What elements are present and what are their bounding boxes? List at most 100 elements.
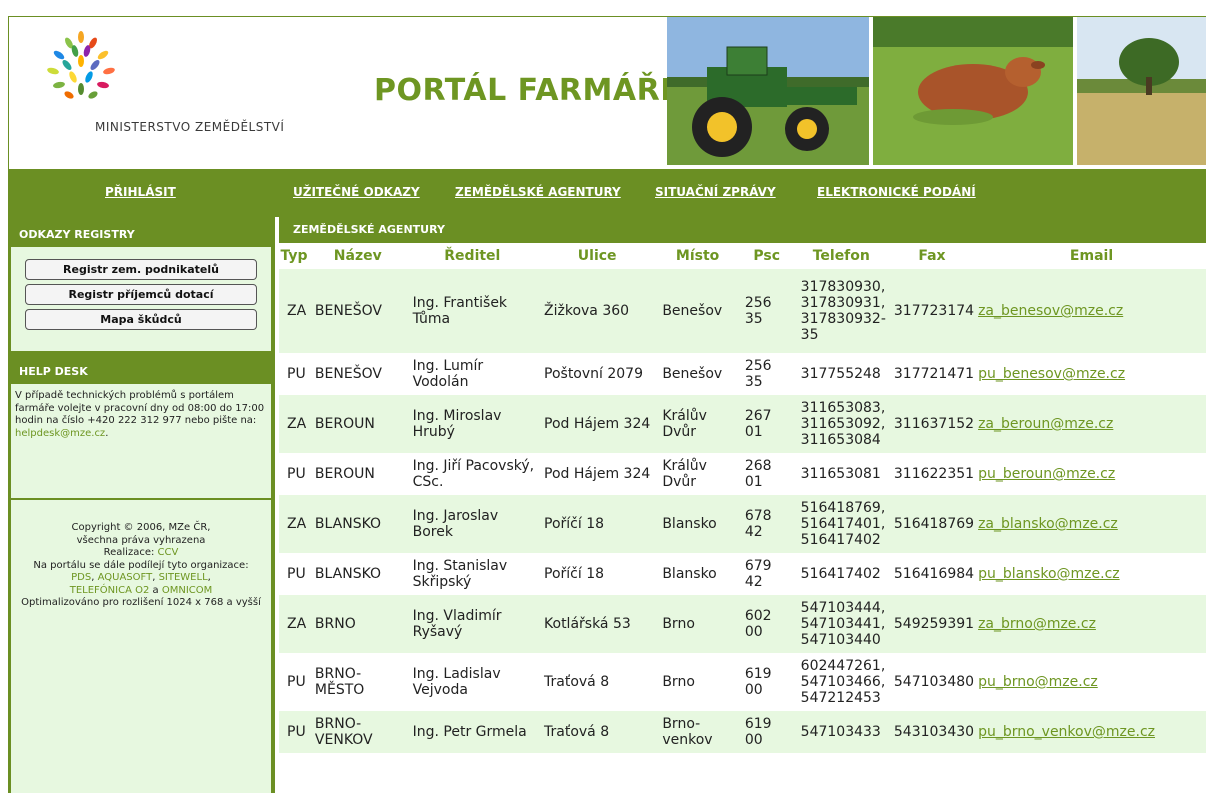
cell-typ: ZA	[279, 595, 309, 653]
table-row: PU BLANSKO Ing. Stanislav Skřipský Poříčí 1…	[279, 553, 1206, 595]
cell-fax: 317723174	[887, 269, 977, 353]
pds-link[interactable]: PDS	[71, 572, 91, 583]
partners-line-2: TELEFÓNICA O2 a OMNICOM	[69, 584, 213, 596]
cell-typ: ZA	[279, 495, 309, 553]
col-telefon: Telefon	[812, 248, 870, 264]
agencies-table-body: ZA BENEŠOV Ing. František Tůma Žižkova 360 B…	[279, 269, 1206, 753]
nav-agencies-link[interactable]: ZEMĚDĚLSKÉ AGENTURY	[455, 185, 621, 199]
col-fax: Fax	[918, 248, 946, 264]
cell-email[interactable]: za_benesov@mze.cz	[976, 269, 1206, 353]
cell-reditel: Ing. Ladislav Vejvoda	[412, 666, 501, 698]
nav-login-link[interactable]: PŘIHLÁSIT	[105, 185, 176, 199]
sitewell-link[interactable]: SITEWELL	[159, 572, 208, 583]
cell-reditel: Ing. Jaroslav Borek	[406, 495, 539, 553]
main-content: ZEMĚDĚLSKÉ AGENTURY Typ Název Ředitel Ul…	[279, 217, 1206, 793]
cell-email[interactable]: pu_beroun@mze.cz	[976, 453, 1206, 495]
cell-email[interactable]: pu_benesov@mze.cz	[976, 353, 1206, 395]
cell-email[interactable]: za_brno@mze.cz	[976, 595, 1206, 653]
cell-telefon: 547103433	[794, 711, 888, 753]
copyright-block: Copyright © 2006, MZe ČR, všechna práva …	[11, 500, 271, 620]
cell-fax: 317721471	[893, 366, 975, 382]
aquasoft-link[interactable]: AQUASOFT	[98, 572, 153, 583]
partners-label: Na portálu se dále podílejí tyto organiz…	[33, 559, 249, 571]
registry-links-panel: ODKAZY REGISTRY Registr zem. podnikatelů…	[11, 223, 271, 351]
cell-telefon: 602447261, 547103466, 547212453	[800, 658, 886, 706]
cell-misto: Králův Dvůr	[662, 458, 707, 490]
main-navigation: PŘIHLÁSIT UŽITEČNÉ ODKAZY ZEMĚDĚLSKÉ AGE…	[9, 169, 1206, 217]
registry-panel-title: ODKAZY REGISTRY	[11, 223, 271, 247]
ministry-name: MINISTERSTVO ZEMĚDĚLSTVÍ	[95, 120, 285, 134]
cell-fax: 516418769	[887, 495, 977, 553]
cell-nazev: BRNO-VENKOV	[308, 711, 407, 753]
pest-map-button[interactable]: Mapa škůdců	[25, 309, 257, 330]
nav-useful-links[interactable]: UŽITEČNÉ ODKAZY	[293, 185, 420, 199]
cell-telefon: 311653081	[800, 466, 881, 482]
cell-typ: PU	[287, 566, 306, 582]
cell-misto: Brno	[662, 674, 695, 690]
agencies-table: Typ Název Ředitel Ulice Místo Psc Telefo…	[279, 243, 1206, 753]
cell-nazev: BEROUN	[308, 395, 407, 453]
resolution-note: Optimalizováno pro rozlišení 1024 x 768 …	[21, 597, 261, 608]
nav-reports-link[interactable]: SITUAČNÍ ZPRÁVY	[655, 185, 776, 199]
cell-misto: Králův Dvůr	[656, 395, 739, 453]
cell-psc: 602 00	[738, 595, 795, 653]
cell-fax: 311622351	[893, 466, 975, 482]
agencies-section-title: ZEMĚDĚLSKÉ AGENTURY	[279, 217, 1206, 243]
table-row: PU BEROUN Ing. Jiří Pacovský, CSc. Pod Háje…	[279, 453, 1206, 495]
tractor-photo	[667, 17, 869, 165]
cell-psc: 256 35	[744, 358, 772, 390]
nav-filing-link[interactable]: ELEKTRONICKÉ PODÁNÍ	[817, 185, 976, 199]
col-nazev: Název	[333, 248, 382, 264]
col-psc: Psc	[753, 248, 781, 264]
cell-typ: ZA	[279, 269, 309, 353]
cell-ulice: Traťová 8	[538, 711, 657, 753]
cell-nazev: BENEŠOV	[314, 366, 382, 382]
sidebar: ODKAZY REGISTRY Registr zem. podnikatelů…	[9, 217, 275, 793]
table-row: ZA BENEŠOV Ing. František Tůma Žižkova 360 B…	[279, 269, 1206, 353]
omnicom-link[interactable]: OMNICOM	[162, 585, 212, 596]
col-email: Email	[1069, 248, 1114, 264]
portal-title: PORTÁL FARMÁŘE	[374, 73, 682, 108]
cell-reditel: Ing. Miroslav Hrubý	[406, 395, 539, 453]
cell-telefon: 311653083, 311653092, 311653084	[794, 395, 888, 453]
cell-email[interactable]: pu_brno_venkov@mze.cz	[976, 711, 1206, 753]
cell-fax: 547103480	[893, 674, 975, 690]
cell-email[interactable]: za_blansko@mze.cz	[976, 495, 1206, 553]
cell-misto: Benešov	[656, 269, 739, 353]
cell-ulice: Žižkova 360	[538, 269, 657, 353]
cell-email[interactable]: pu_brno@mze.cz	[976, 653, 1206, 711]
cell-nazev: BLANSKO	[308, 495, 407, 553]
table-header-row: Typ Název Ředitel Ulice Místo Psc Telefo…	[279, 243, 1206, 269]
cell-misto: Benešov	[662, 366, 723, 382]
cell-misto: Blansko	[656, 495, 739, 553]
registry-subsidies-button[interactable]: Registr příjemců dotací	[25, 284, 257, 305]
cell-telefon: 547103444, 547103441, 547103440	[794, 595, 888, 653]
helpdesk-email-link[interactable]: helpdesk@mze.cz	[15, 428, 105, 439]
cell-reditel: Ing. Jiří Pacovský, CSc.	[412, 458, 535, 490]
cell-psc: 678 42	[738, 495, 795, 553]
ministry-logo-icon	[47, 31, 115, 99]
cell-psc: 268 01	[744, 458, 772, 490]
helpdesk-title: HELP DESK	[11, 360, 271, 384]
cell-ulice: Pod Hájem 324	[538, 395, 657, 453]
cell-telefon: 317755248	[800, 366, 881, 382]
rights-line: všechna práva vyhrazena	[76, 534, 206, 546]
cell-email[interactable]: za_beroun@mze.cz	[976, 395, 1206, 453]
cell-email[interactable]: pu_blansko@mze.cz	[976, 553, 1206, 595]
telefonica-link[interactable]: TELEFÓNICA O2	[70, 585, 150, 596]
cell-reditel: Ing. Lumír Vodolán	[412, 358, 484, 390]
cell-typ: PU	[287, 366, 306, 382]
cell-ulice: Pod Hájem 324	[544, 466, 651, 482]
cell-misto: Brno	[656, 595, 739, 653]
cell-ulice: Traťová 8	[544, 674, 610, 690]
registry-farmers-button[interactable]: Registr zem. podnikatelů	[25, 259, 257, 280]
landscape-photo	[1077, 17, 1206, 165]
cell-nazev: BRNO-MĚSTO	[314, 666, 365, 698]
table-row: PU BRNO-MĚSTO Ing. Ladislav Vejvoda Traťová…	[279, 653, 1206, 711]
table-row: ZA BRNO Ing. Vladimír Ryšavý Kotlářská 53 Br…	[279, 595, 1206, 653]
col-reditel: Ředitel	[444, 248, 501, 264]
cell-fax: 311637152	[887, 395, 977, 453]
col-typ: Typ	[280, 248, 308, 264]
cell-fax: 516416984	[893, 566, 975, 582]
ccv-link[interactable]: CCV	[158, 547, 179, 558]
